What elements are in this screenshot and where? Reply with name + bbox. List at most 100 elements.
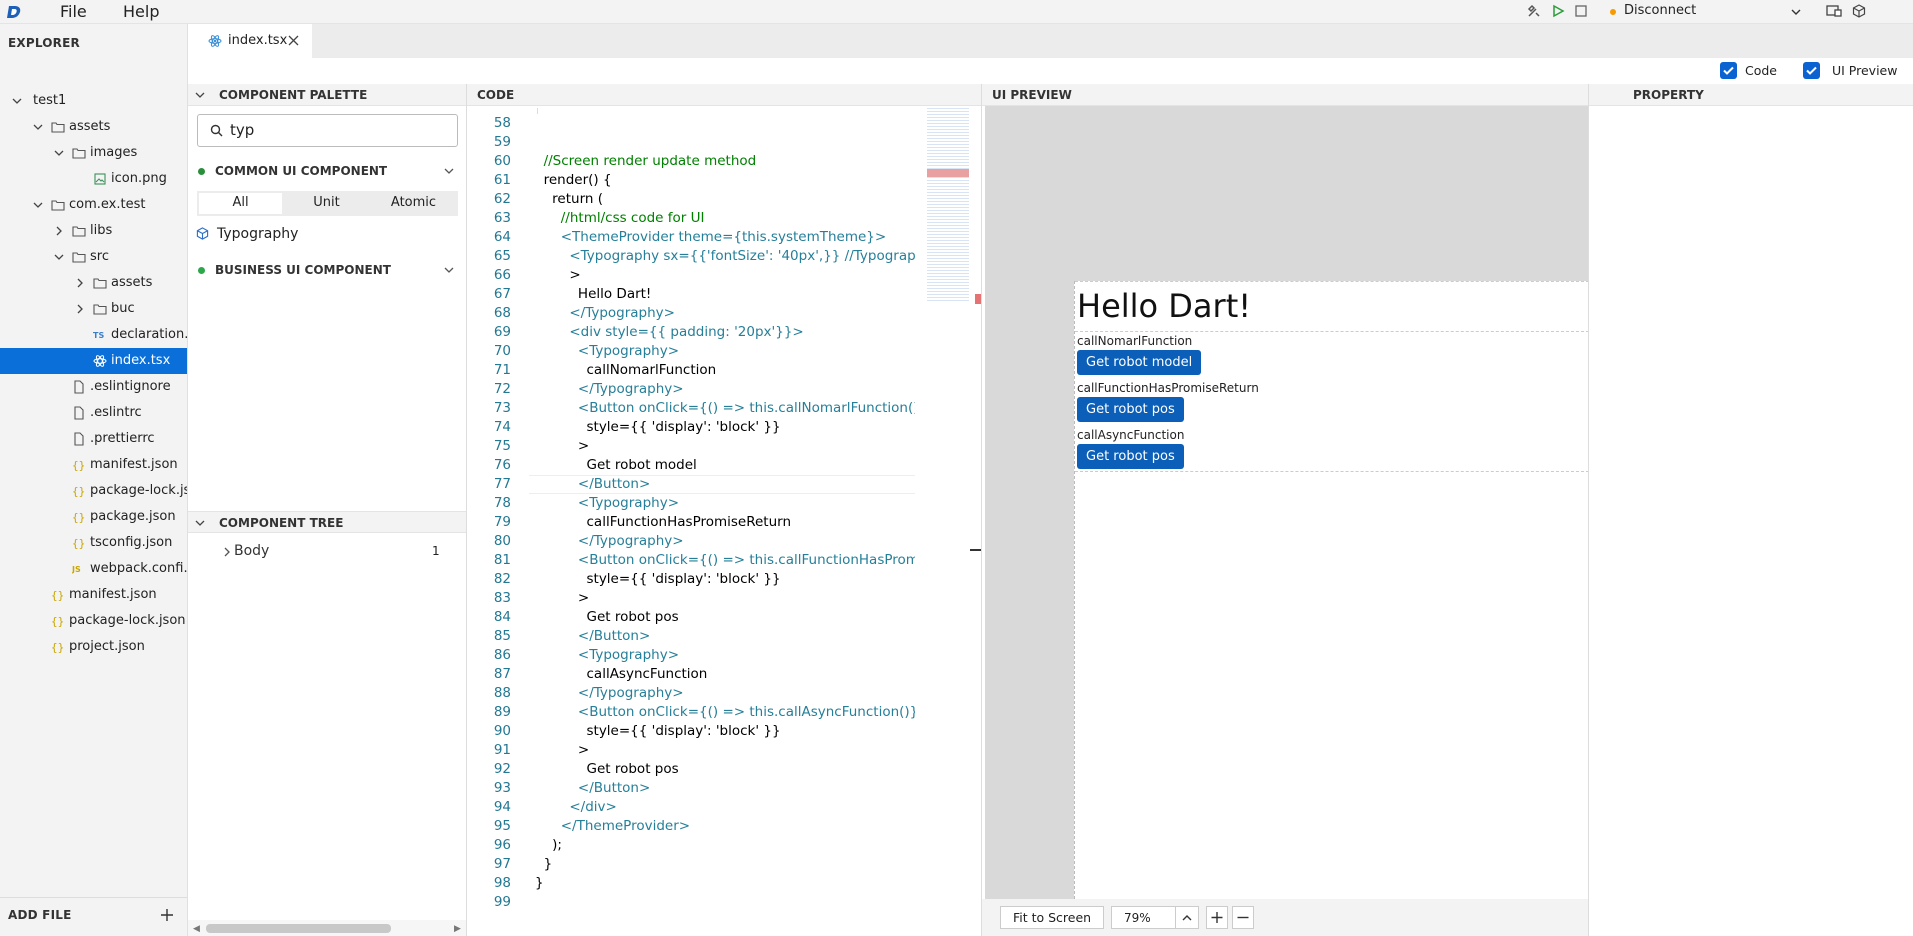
tree-item[interactable]: TS declaration...: [0, 322, 187, 348]
code-line[interactable]: return (: [535, 191, 603, 207]
tree-item[interactable]: JS webpack.confi...: [0, 556, 187, 582]
tree-node-body[interactable]: Body: [234, 543, 269, 559]
code-line[interactable]: <Typography>: [535, 647, 679, 663]
get-robot-pos-async-button[interactable]: Get robot pos: [1077, 444, 1184, 469]
code-line[interactable]: );: [535, 837, 562, 853]
chevron-right-icon[interactable]: [75, 304, 85, 314]
code-line[interactable]: <div style={{ padding: '20px'}}>: [535, 324, 803, 340]
tree-item[interactable]: .eslintrc: [0, 400, 187, 426]
code-line[interactable]: Get robot pos: [535, 609, 678, 625]
chevron-right-icon[interactable]: [54, 226, 64, 236]
code-line[interactable]: <Button onClick={() => this.callAsyncFun…: [535, 704, 915, 720]
chevron-down-icon[interactable]: [54, 148, 64, 158]
menu-file[interactable]: File: [60, 2, 87, 21]
code-line[interactable]: callNomarlFunction: [535, 362, 716, 378]
chevron-down-icon[interactable]: [12, 96, 22, 106]
business-ui-component-header[interactable]: BUSINESS UI COMPONENT: [215, 263, 391, 277]
zoom-in-button[interactable]: [1206, 906, 1228, 929]
tools-icon[interactable]: [1527, 4, 1541, 18]
chevron-right-icon[interactable]: [75, 278, 85, 288]
tree-item[interactable]: {} package-lock.json: [0, 608, 187, 634]
common-ui-component-header[interactable]: COMMON UI COMPONENT: [215, 164, 387, 178]
code-line[interactable]: </Typography>: [535, 533, 684, 549]
chevron-right-icon[interactable]: [223, 547, 231, 557]
code-line[interactable]: //html/css code for UI: [535, 210, 705, 226]
horizontal-scrollbar[interactable]: ◀ ▶: [188, 920, 466, 936]
zoom-out-button[interactable]: [1232, 906, 1254, 929]
tree-item[interactable]: {} project.json: [0, 634, 187, 660]
menu-help[interactable]: Help: [123, 2, 159, 21]
code-line[interactable]: <Typography sx={{'fontSize': '40px',}} /…: [535, 248, 915, 264]
chevron-down-icon[interactable]: [33, 200, 43, 210]
filter-tab-atomic[interactable]: Atomic: [372, 193, 455, 214]
code-line[interactable]: </Typography>: [535, 381, 684, 397]
code-line[interactable]: style={{ 'display': 'block' }}: [535, 419, 780, 435]
tree-item[interactable]: libs: [0, 218, 187, 244]
tree-item[interactable]: assets: [0, 270, 187, 296]
code-line[interactable]: <Button onClick={() => this.callFunction…: [535, 552, 915, 568]
scrollbar-thumb[interactable]: [206, 924, 391, 933]
tree-item[interactable]: {} manifest.json: [0, 582, 187, 608]
tree-item[interactable]: buc: [0, 296, 187, 322]
code-line[interactable]: >: [535, 438, 589, 454]
code-line[interactable]: >: [535, 267, 580, 283]
code-line[interactable]: </Typography>: [535, 685, 684, 701]
code-line[interactable]: >: [535, 590, 589, 606]
tree-item[interactable]: images: [0, 140, 187, 166]
chevron-down-icon[interactable]: [33, 122, 43, 132]
code-toggle-checkbox[interactable]: [1720, 62, 1737, 79]
code-line[interactable]: </Typography>: [535, 305, 675, 321]
code-line[interactable]: </Button>: [535, 780, 650, 796]
chevron-down-icon[interactable]: [443, 166, 455, 176]
device-icon[interactable]: [1826, 4, 1842, 18]
chevron-down-icon[interactable]: [54, 252, 64, 262]
code-line[interactable]: <ThemeProvider theme={this.systemTheme}>: [535, 229, 886, 245]
tree-item[interactable]: {} package.json: [0, 504, 187, 530]
add-icon[interactable]: [160, 908, 174, 922]
chevron-up-icon[interactable]: [1181, 913, 1193, 922]
tab-index-tsx[interactable]: index.tsx: [188, 24, 312, 58]
code-line[interactable]: </div>: [535, 799, 616, 815]
filter-tab-unit[interactable]: Unit: [285, 193, 368, 214]
chevron-down-icon[interactable]: [195, 91, 205, 99]
palette-search-box[interactable]: typ: [197, 114, 458, 147]
tree-item[interactable]: test1: [0, 88, 187, 114]
tree-item[interactable]: .eslintignore: [0, 374, 187, 400]
code-line[interactable]: <Button onClick={() => this.callNomarlFu…: [535, 400, 915, 416]
code-minimap[interactable]: [927, 106, 969, 301]
chevron-down-icon[interactable]: [443, 265, 455, 275]
tree-item[interactable]: {} package-lock.js...: [0, 478, 187, 504]
tree-item[interactable]: com.ex.test: [0, 192, 187, 218]
code-line[interactable]: Get robot pos: [535, 761, 678, 777]
code-line[interactable]: style={{ 'display': 'block' }}: [535, 571, 780, 587]
code-line[interactable]: callFunctionHasPromiseReturn: [535, 514, 791, 530]
code-line[interactable]: </ThemeProvider>: [535, 818, 690, 834]
tree-item[interactable]: index.tsx: [0, 348, 187, 374]
code-editor[interactable]: 58 59 60 //Screen render update method 61 r…: [467, 106, 915, 936]
code-line[interactable]: callAsyncFunction: [535, 666, 707, 682]
tree-item[interactable]: assets: [0, 114, 187, 140]
code-line[interactable]: //Screen render update method: [535, 153, 757, 169]
search-input[interactable]: typ: [230, 121, 254, 139]
code-line[interactable]: Get robot model: [535, 457, 696, 473]
code-line[interactable]: }: [535, 875, 544, 891]
get-robot-pos-button[interactable]: Get robot pos: [1077, 397, 1184, 422]
stop-icon[interactable]: [1575, 5, 1587, 17]
palette-item-typography[interactable]: Typography: [217, 226, 298, 242]
chevron-down-icon[interactable]: [195, 519, 205, 527]
chevron-down-icon[interactable]: [1790, 7, 1802, 17]
fit-to-screen-button[interactable]: Fit to Screen: [1000, 906, 1104, 929]
code-line[interactable]: <Typography>: [535, 495, 679, 511]
zoom-input[interactable]: 79%: [1111, 906, 1199, 929]
code-line[interactable]: Hello Dart!: [535, 286, 651, 302]
code-line[interactable]: }: [535, 856, 553, 872]
run-icon[interactable]: [1551, 4, 1565, 18]
tree-item[interactable]: {} manifest.json: [0, 452, 187, 478]
code-line[interactable]: </Button>: [535, 628, 650, 644]
close-icon[interactable]: [288, 35, 299, 46]
connection-status[interactable]: Disconnect: [1624, 3, 1696, 18]
tree-item[interactable]: .prettierrc: [0, 426, 187, 452]
tree-item[interactable]: icon.png: [0, 166, 187, 192]
get-robot-model-button[interactable]: Get robot model: [1077, 350, 1202, 375]
code-line[interactable]: <Typography>: [535, 343, 679, 359]
